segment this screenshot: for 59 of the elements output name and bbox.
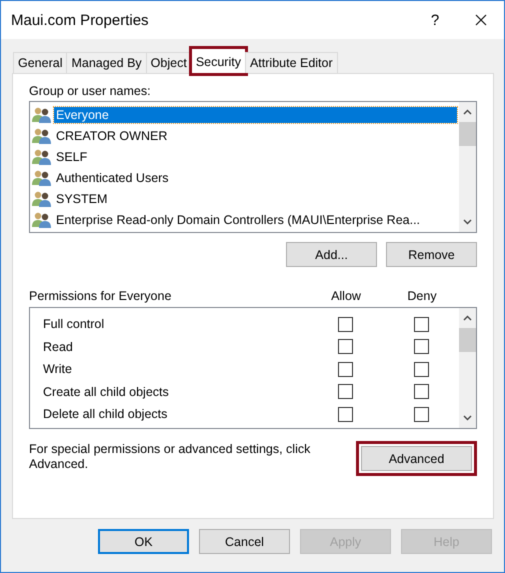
group-item[interactable]: SELF (32, 146, 457, 167)
permission-name: Delete all child objects (43, 407, 168, 422)
tab[interactable]: Attribute Editor (244, 52, 338, 73)
users-icon (32, 148, 52, 164)
allow-checkbox[interactable] (338, 339, 352, 354)
deny-checkbox[interactable] (414, 339, 428, 354)
group-item[interactable]: CREATOR OWNER (32, 125, 457, 146)
advanced-button[interactable]: Advanced (361, 446, 472, 471)
tab[interactable]: Security (190, 48, 246, 74)
group-item[interactable]: Authenticated Users (32, 167, 457, 188)
scrollbar-thumb[interactable] (459, 328, 476, 352)
deny-checkbox[interactable] (414, 384, 428, 400)
window-title: Maui.com Properties (11, 12, 150, 28)
tab[interactable]: General (13, 52, 68, 73)
group-name: CREATOR OWNER (55, 128, 168, 144)
group-item[interactable]: Everyone (32, 104, 457, 125)
users-icon (32, 170, 52, 186)
list-button[interactable]: Add... (286, 242, 377, 267)
users-icon (32, 190, 52, 206)
permission-name: Read (43, 340, 74, 354)
permission-name: Create all child objects (43, 384, 170, 399)
group-name: Everyone (54, 106, 457, 122)
dialog-button[interactable]: OK (98, 529, 189, 554)
scroll-up-icon[interactable] (463, 315, 472, 321)
deny-checkbox[interactable] (414, 316, 428, 332)
permission-name: Write (43, 362, 73, 376)
tab[interactable]: Object (146, 52, 192, 73)
dialog-button[interactable]: Cancel (199, 529, 290, 554)
scroll-up-icon[interactable] (463, 109, 472, 115)
group-name: SYSTEM (55, 190, 108, 206)
list-button[interactable]: Remove (386, 242, 477, 267)
allow-checkbox[interactable] (338, 316, 352, 332)
help-button[interactable]: ? (412, 1, 458, 39)
scroll-down-icon[interactable] (463, 219, 472, 225)
group-name: Authenticated Users (55, 170, 170, 186)
group-item[interactable]: SYSTEM (32, 188, 457, 209)
users-icon (32, 106, 52, 122)
allow-header: Allow (330, 289, 362, 303)
deny-header: Deny (406, 289, 438, 303)
allow-checkbox[interactable] (338, 406, 352, 422)
users-icon (32, 128, 52, 144)
group-name: Enterprise Read-only Domain Controllers (MAUI\Enterprise Rea... (55, 212, 422, 228)
scrollbar-thumb[interactable] (459, 122, 476, 146)
allow-checkbox[interactable] (338, 384, 352, 400)
tab[interactable]: Managed By (66, 52, 147, 73)
group-item[interactable]: Enterprise Read-only Domain Controllers (MAUI\Enterprise Rea... (32, 209, 457, 230)
permissions-label: Permissions for Everyone (29, 289, 172, 303)
group-name: SELF (55, 148, 88, 164)
allow-checkbox[interactable] (338, 362, 352, 377)
close-icon (475, 14, 487, 26)
deny-checkbox[interactable] (414, 406, 428, 422)
advanced-hint: For special permissions or advanced settings, click Advanced. (29, 441, 312, 472)
scroll-down-icon[interactable] (463, 415, 472, 421)
deny-checkbox[interactable] (414, 362, 428, 377)
scrollbar[interactable] (459, 102, 476, 232)
users-icon (32, 212, 52, 228)
scrollbar[interactable] (459, 308, 476, 428)
group-label: Group or user names: (29, 84, 152, 98)
permission-name: Full control (43, 317, 106, 332)
